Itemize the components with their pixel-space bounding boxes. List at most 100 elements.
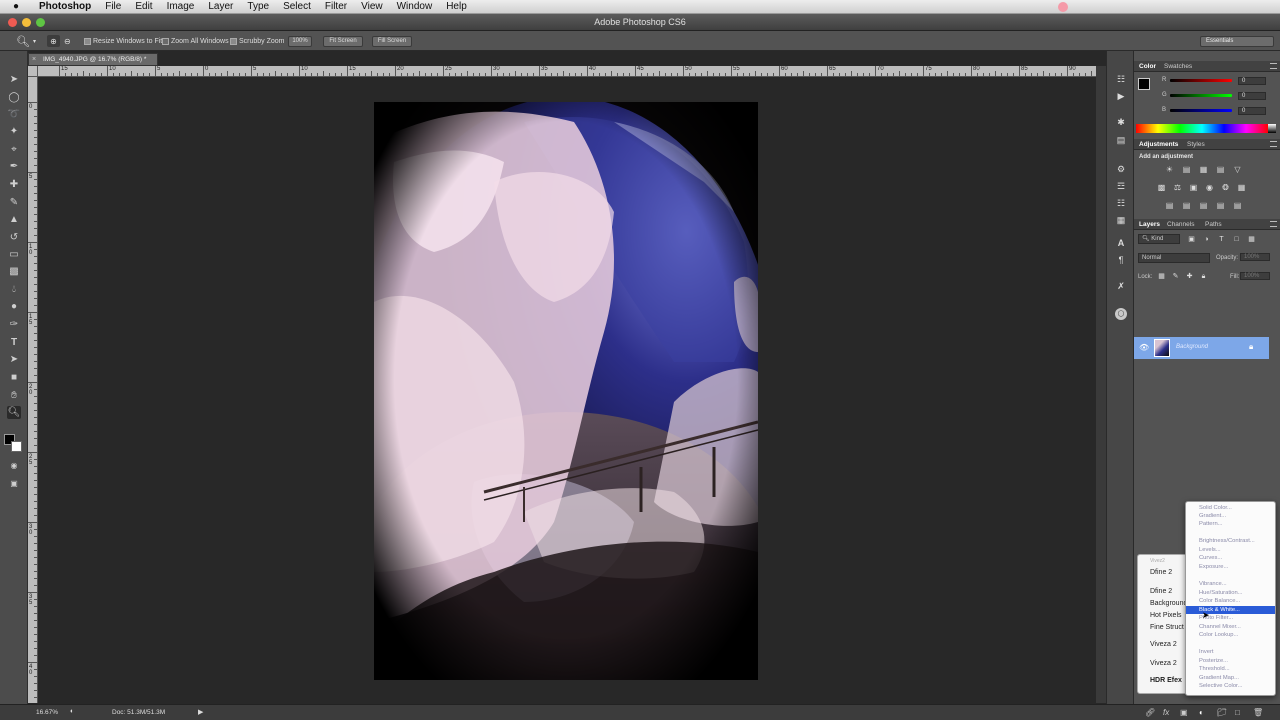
menu-item-gradient[interactable]: Gradient...	[1199, 513, 1226, 519]
scrubby-zoom-checkbox[interactable]: Scrubby Zoom	[230, 35, 285, 47]
menu-item-curves[interactable]: Curves...	[1199, 555, 1222, 561]
background-color-swatch[interactable]	[11, 441, 22, 452]
tab-color[interactable]: Color	[1139, 63, 1156, 70]
resize-windows-checkbox[interactable]: Resize Windows to Fit	[84, 35, 162, 47]
brush-panel-icon[interactable]: ✱	[1115, 116, 1127, 128]
marquee-tool-icon[interactable]: ◯	[7, 91, 21, 104]
rectangle-tool-icon[interactable]: ■	[7, 371, 21, 384]
layer-row-background[interactable]: 👁︎ Background 🔒︎	[1134, 337, 1269, 359]
type-tool-icon[interactable]: T	[7, 336, 21, 349]
menu-item-exposure[interactable]: Exposure...	[1199, 564, 1228, 570]
lock-transparency-icon[interactable]: ▦	[1156, 271, 1167, 282]
menu-layer[interactable]: Layer	[201, 1, 240, 12]
plugin-panel-icon[interactable]: ◯	[1115, 308, 1127, 320]
actions-panel-icon[interactable]: ▶	[1115, 90, 1127, 102]
opacity-input[interactable]: 100%	[1240, 253, 1270, 261]
selective-color-icon[interactable]: ▤	[1232, 200, 1243, 211]
curves-icon[interactable]: ▦	[1198, 164, 1209, 175]
tab-adjustments[interactable]: Adjustments	[1139, 141, 1178, 148]
channel-g-value[interactable]: 0	[1238, 92, 1266, 100]
fill-screen-button[interactable]: Fill Screen	[372, 36, 412, 47]
status-arrow-icon[interactable]: ▶	[198, 708, 203, 716]
menu-select[interactable]: Select	[276, 1, 318, 12]
properties-panel-icon[interactable]: ☷	[1115, 197, 1127, 209]
quick-select-tool-icon[interactable]: ✦	[7, 125, 21, 138]
quick-mask-icon[interactable]: ◉	[7, 459, 21, 472]
lasso-tool-icon[interactable]: ➰	[7, 108, 21, 121]
gradient-map-icon[interactable]: ▤	[1215, 200, 1226, 211]
menu-item-pattern[interactable]: Pattern...	[1199, 521, 1223, 527]
tab-layers[interactable]: Layers	[1139, 221, 1160, 228]
tools-panel-icon[interactable]: ✗	[1115, 280, 1127, 292]
clone-stamp-tool-icon[interactable]: ▲	[7, 213, 21, 226]
menu-item-color-lookup[interactable]: Color Lookup...	[1199, 632, 1238, 638]
menu-item-channel-mixer[interactable]: Channel Mixer...	[1199, 624, 1241, 630]
filter-adjustment-icon[interactable]: ◑	[1201, 234, 1212, 245]
eyedropper-tool-icon[interactable]: ✒	[7, 160, 21, 173]
photo-filter-icon[interactable]: ◉	[1204, 182, 1215, 193]
submenu-item[interactable]: HDR Efex	[1150, 677, 1182, 684]
zoom-100-button[interactable]: 100%	[288, 36, 312, 47]
screen-mode-icon[interactable]: ▣	[7, 477, 21, 490]
menu-filter[interactable]: Filter	[318, 1, 354, 12]
color-lookup-icon[interactable]: ▦	[1236, 182, 1247, 193]
delete-layer-icon[interactable]: 🗑︎	[1253, 708, 1263, 717]
tab-channels[interactable]: Channels	[1167, 221, 1194, 228]
menu-help[interactable]: Help	[439, 1, 474, 12]
status-zoom[interactable]: 16.67%	[36, 709, 58, 716]
submenu-item[interactable]: Fine Struct	[1150, 624, 1184, 631]
new-layer-icon[interactable]: □	[1235, 708, 1240, 717]
paragraph-panel-icon[interactable]: ¶	[1115, 254, 1127, 266]
submenu-item[interactable]: Dfine 2	[1150, 588, 1172, 595]
zoom-tool-button-icon[interactable]: 🔍︎	[7, 406, 21, 419]
info-panel-icon[interactable]: ▦	[1115, 214, 1127, 226]
color-bw-ramp[interactable]	[1268, 124, 1276, 133]
new-adjustment-layer-icon[interactable]: ◐	[1199, 708, 1204, 717]
filter-smart-object-icon[interactable]: ▦	[1246, 234, 1257, 245]
hand-tool-icon[interactable]: ✋︎	[7, 389, 21, 402]
blend-mode-select[interactable]: Normal	[1138, 253, 1210, 263]
brush-presets-icon[interactable]: ▤	[1115, 134, 1127, 146]
menu-item-hue-saturation[interactable]: Hue/Saturation...	[1199, 590, 1243, 596]
ruler-origin[interactable]	[28, 66, 38, 77]
channel-mixer-icon[interactable]: ❂	[1220, 182, 1231, 193]
menu-image[interactable]: Image	[160, 1, 202, 12]
menu-item-threshold[interactable]: Threshold...	[1199, 666, 1230, 672]
apple-icon[interactable]: ●	[0, 1, 32, 12]
horizontal-ruler[interactable]: 15 10 5 0 5 10 15 20 25 30 35 40 45 50 55 60 65 70 75 80 85 9…	[38, 66, 1096, 77]
submenu-item[interactable]: Background	[1150, 600, 1187, 607]
layers-panel-menu-icon[interactable]	[1270, 221, 1277, 227]
tab-paths[interactable]: Paths	[1205, 221, 1222, 228]
menu-item-invert[interactable]: Invert	[1199, 649, 1214, 655]
submenu-item[interactable]: Hot Pixels	[1150, 612, 1182, 619]
history-panel-icon[interactable]: ☷	[1115, 73, 1127, 85]
document-image[interactable]	[374, 102, 758, 680]
tool-presets-icon[interactable]: ⚙	[1115, 163, 1127, 175]
menu-app[interactable]: Photoshop	[32, 1, 98, 12]
layer-style-icon[interactable]: fx	[1163, 708, 1169, 717]
submenu-item[interactable]: Vivez2	[1150, 558, 1165, 564]
add-mask-icon[interactable]: ▣	[1180, 708, 1188, 717]
color-balance-icon[interactable]: ⚖	[1172, 182, 1183, 193]
color-spectrum-ramp[interactable]	[1136, 124, 1268, 133]
hue-saturation-icon[interactable]: ▩	[1156, 182, 1167, 193]
visibility-eye-icon[interactable]: 👁︎	[1139, 343, 1149, 352]
exposure-icon[interactable]: ▤	[1215, 164, 1226, 175]
tool-preset-chevron-icon[interactable]: ▾	[33, 35, 36, 47]
tab-styles[interactable]: Styles	[1187, 141, 1205, 148]
menu-item-solid-color[interactable]: Solid Color...	[1199, 505, 1232, 511]
canvas-scrollbar[interactable]	[1096, 66, 1106, 703]
healing-brush-tool-icon[interactable]: ✚	[7, 178, 21, 191]
threshold-icon[interactable]: ▤	[1198, 200, 1209, 211]
new-group-icon[interactable]: 📁︎	[1217, 708, 1227, 717]
filter-type-icon[interactable]: T	[1216, 234, 1227, 245]
channel-r-slider[interactable]	[1170, 79, 1232, 82]
adjustments-panel-menu-icon[interactable]	[1270, 141, 1277, 147]
menu-item-posterize[interactable]: Posterize...	[1199, 658, 1228, 664]
fill-input[interactable]: 100%	[1240, 272, 1270, 280]
brightness-contrast-icon[interactable]: ☀	[1164, 164, 1175, 175]
dodge-tool-icon[interactable]: ●	[7, 300, 21, 313]
menu-item-gradient-map[interactable]: Gradient Map...	[1199, 675, 1239, 681]
document-tab[interactable]: × IMG_4940.JPG @ 16.7% (RGB/8) *	[28, 53, 158, 66]
menu-item-selective-color[interactable]: Selective Color...	[1199, 683, 1243, 689]
